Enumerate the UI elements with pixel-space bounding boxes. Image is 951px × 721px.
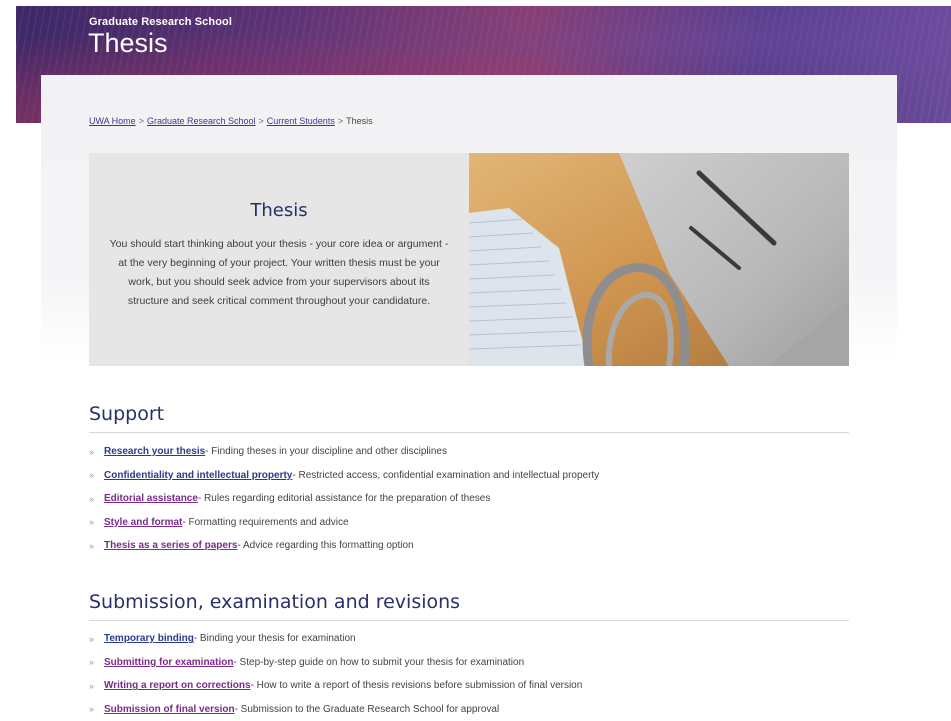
link-research-your-thesis[interactable]: Research your thesis [104, 446, 205, 457]
link-description: - Submission to the Graduate Research Sc… [235, 704, 500, 715]
link-description: - How to write a report of thesis revisi… [251, 680, 583, 691]
chevron-right-icon: » [89, 517, 96, 527]
breadcrumb: UWA Home>Graduate Research School>Curren… [89, 116, 373, 126]
link-submitting-for-examination[interactable]: Submitting for examination [104, 657, 233, 668]
list-item: » Writing a report on corrections - How t… [89, 674, 582, 698]
hero-title: Thesis [89, 200, 469, 221]
link-description: - Step-by-step guide on how to submit yo… [233, 657, 524, 668]
breadcrumb-separator: > [338, 116, 343, 126]
breadcrumb-separator: > [259, 116, 264, 126]
list-item: » Submission of final version - Submissio… [89, 698, 582, 721]
link-temporary-binding[interactable]: Temporary binding [104, 633, 194, 644]
chevron-right-icon: » [89, 704, 96, 714]
section-divider [89, 432, 849, 433]
link-description: - Rules regarding editorial assistance f… [198, 493, 490, 504]
chevron-right-icon: » [89, 634, 96, 644]
chevron-right-icon: » [89, 494, 96, 504]
list-item: » Thesis as a series of papers - Advice r… [89, 534, 599, 558]
link-editorial-assistance[interactable]: Editorial assistance [104, 493, 198, 504]
link-submission-of-final-version[interactable]: Submission of final version [104, 704, 235, 715]
link-confidentiality-intellectual-property[interactable]: Confidentiality and intellectual propert… [104, 470, 292, 481]
support-link-list: » Research your thesis - Finding theses i… [89, 440, 599, 558]
list-item: » Submitting for examination - Step-by-st… [89, 651, 582, 675]
breadcrumb-graduate-research-school[interactable]: Graduate Research School [147, 116, 256, 126]
breadcrumb-current-page: Thesis [346, 116, 373, 126]
chevron-right-icon: » [89, 657, 96, 667]
link-writing-report-on-corrections[interactable]: Writing a report on corrections [104, 680, 251, 691]
submission-link-list: » Temporary binding - Binding your thesis… [89, 627, 582, 721]
site-name[interactable]: Graduate Research School [89, 16, 232, 28]
link-style-and-format[interactable]: Style and format [104, 517, 182, 528]
breadcrumb-separator: > [139, 116, 144, 126]
section-title-submission: Submission, examination and revisions [89, 591, 460, 613]
chevron-right-icon: » [89, 681, 96, 691]
link-description: - Finding theses in your discipline and … [205, 446, 447, 457]
hero-text-panel: Thesis You should start thinking about y… [89, 153, 469, 366]
link-description: - Advice regarding this formatting optio… [237, 540, 413, 551]
link-thesis-series-of-papers[interactable]: Thesis as a series of papers [104, 540, 237, 551]
list-item: » Confidentiality and intellectual proper… [89, 464, 599, 488]
chevron-right-icon: » [89, 447, 96, 457]
link-description: - Restricted access, confidential examin… [292, 470, 599, 481]
page-title: Thesis [88, 28, 168, 59]
section-divider [89, 620, 849, 621]
chevron-right-icon: » [89, 541, 96, 551]
list-item: » Research your thesis - Finding theses i… [89, 440, 599, 464]
link-description: - Formatting requirements and advice [182, 517, 348, 528]
list-item: » Temporary binding - Binding your thesis… [89, 627, 582, 651]
binder-illustration [469, 153, 849, 366]
section-title-support: Support [89, 403, 164, 425]
link-description: - Binding your thesis for examination [194, 633, 356, 644]
breadcrumb-current-students[interactable]: Current Students [267, 116, 335, 126]
hero-description: You should start thinking about your the… [109, 235, 449, 311]
list-item: » Editorial assistance - Rules regarding … [89, 487, 599, 511]
breadcrumb-uwa-home[interactable]: UWA Home [89, 116, 136, 126]
hero-image-binder [469, 153, 849, 366]
list-item: » Style and format - Formatting requireme… [89, 511, 599, 535]
chevron-right-icon: » [89, 470, 96, 480]
